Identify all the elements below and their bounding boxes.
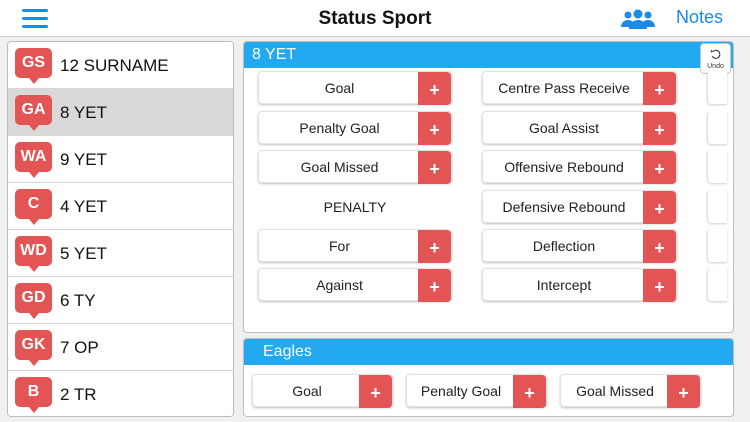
penalty-heading: PENALTY	[323, 199, 387, 215]
team-goal-button[interactable]: Goal +	[252, 374, 393, 408]
top-bar: Status Sport Notes	[0, 0, 750, 37]
add-icon: +	[359, 375, 392, 408]
add-icon: +	[643, 269, 676, 302]
add-icon: +	[643, 112, 676, 145]
clipped-stat-button[interactable]	[707, 268, 727, 301]
add-icon: +	[418, 151, 451, 184]
player-row-gk[interactable]: GK 7 OP	[8, 324, 233, 371]
player-name: 7 OP	[60, 338, 99, 357]
player-name: 2 TR	[60, 385, 97, 404]
stat-label: Intercept	[536, 277, 592, 293]
player-name: 5 YET	[60, 244, 107, 263]
stat-label: Goal Missed	[576, 383, 654, 399]
stat-goal-assist-button[interactable]: Goal Assist +	[482, 111, 677, 145]
stat-label: For	[329, 238, 350, 254]
player-stats-panel: 8 YET Undo Goal + Penalty Goal + Goal Mi…	[243, 41, 734, 333]
position-badge: GK	[15, 330, 52, 366]
stat-intercept-button[interactable]: Intercept +	[482, 268, 677, 302]
player-name: 6 TY	[60, 291, 96, 310]
panel-title: 8 YET	[244, 42, 733, 68]
player-row-c[interactable]: C 4 YET	[8, 183, 233, 230]
clipped-stat-button[interactable]	[707, 150, 727, 183]
team-icon[interactable]	[620, 8, 656, 30]
stat-label: Penalty Goal	[420, 383, 502, 399]
stat-deflection-button[interactable]: Deflection +	[482, 229, 677, 263]
notes-button[interactable]: Notes	[676, 7, 723, 28]
clipped-stat-button[interactable]	[707, 229, 727, 262]
position-badge: WA	[15, 142, 52, 178]
player-row-gd[interactable]: GD 6 TY	[8, 277, 233, 324]
add-icon: +	[418, 269, 451, 302]
stat-label: Goal	[324, 80, 355, 96]
position-badge: C	[15, 189, 52, 225]
clipped-stat-button[interactable]	[707, 190, 727, 223]
stat-centre-pass-receive-button[interactable]: Centre Pass Receive +	[482, 71, 677, 105]
stat-label: Defensive Rebound	[502, 199, 626, 215]
stat-defensive-rebound-button[interactable]: Defensive Rebound +	[482, 190, 677, 224]
stat-goal-missed-button[interactable]: Goal Missed +	[258, 150, 452, 184]
position-badge: GD	[15, 283, 52, 319]
clipped-stat-button[interactable]	[707, 111, 727, 144]
undo-button[interactable]: Undo	[700, 43, 731, 74]
player-row-ga[interactable]: GA 8 YET	[8, 89, 233, 136]
player-name: 4 YET	[60, 197, 107, 216]
position-badge: GS	[15, 48, 52, 84]
add-icon: +	[643, 72, 676, 105]
add-icon: +	[418, 112, 451, 145]
player-name: 9 YET	[60, 150, 107, 169]
player-row-gs[interactable]: GS 12 SURNAME	[8, 42, 233, 89]
stat-label: Goal	[292, 383, 322, 399]
stat-goal-button[interactable]: Goal +	[258, 71, 452, 105]
stat-label: Penalty Goal	[299, 120, 380, 136]
clipped-stat-button[interactable]	[707, 71, 727, 104]
team-penalty-goal-button[interactable]: Penalty Goal +	[406, 374, 547, 408]
player-row-b[interactable]: B 2 TR	[8, 371, 233, 416]
stat-penalty-goal-button[interactable]: Penalty Goal +	[258, 111, 452, 145]
add-icon: +	[643, 230, 676, 263]
player-list: GS 12 SURNAME GA 8 YET WA 9 YET C 4 YET …	[7, 41, 234, 417]
team-stats-panel: Eagles Goal + Penalty Goal + Goal Missed…	[243, 338, 734, 417]
stat-penalty-against-button[interactable]: Against +	[258, 268, 452, 302]
stat-penalty-for-button[interactable]: For +	[258, 229, 452, 263]
add-icon: +	[513, 375, 546, 408]
stat-label: Centre Pass Receive	[498, 80, 630, 96]
position-badge: GA	[15, 95, 52, 131]
add-icon: +	[643, 191, 676, 224]
stat-label: Goal Assist	[528, 120, 600, 136]
stat-offensive-rebound-button[interactable]: Offensive Rebound +	[482, 150, 677, 184]
player-name: 8 YET	[60, 103, 107, 122]
add-icon: +	[418, 230, 451, 263]
undo-icon	[710, 49, 721, 59]
app-screen: Status Sport Notes GS 12 SURNAME GA 8 YE…	[0, 0, 750, 422]
stat-label: Deflection	[532, 238, 596, 254]
add-icon: +	[418, 72, 451, 105]
position-badge: WD	[15, 236, 52, 272]
position-badge: B	[15, 377, 52, 413]
add-icon: +	[667, 375, 700, 408]
player-name: 12 SURNAME	[60, 56, 169, 75]
team-goal-missed-button[interactable]: Goal Missed +	[560, 374, 701, 408]
player-row-wd[interactable]: WD 5 YET	[8, 230, 233, 277]
stat-label: Against	[316, 277, 363, 293]
stat-label: Goal Missed	[300, 159, 379, 175]
team-name: Eagles	[244, 339, 733, 365]
player-row-wa[interactable]: WA 9 YET	[8, 136, 233, 183]
add-icon: +	[643, 151, 676, 184]
undo-label: Undo	[707, 63, 724, 70]
stat-label: Offensive Rebound	[504, 159, 624, 175]
